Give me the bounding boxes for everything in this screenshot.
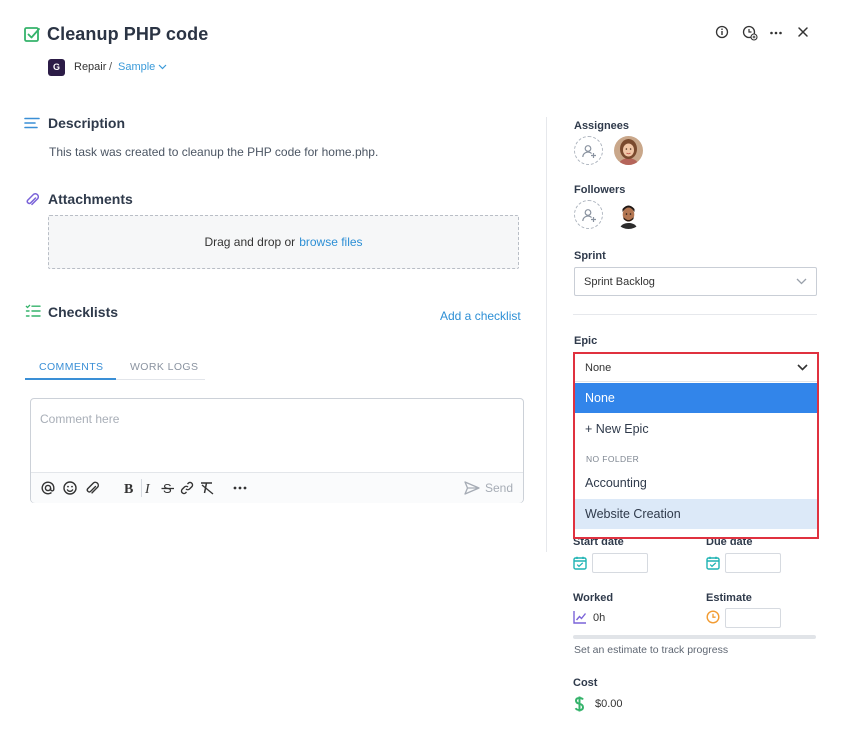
send-label: Send (485, 481, 514, 495)
info-icon[interactable] (715, 25, 731, 41)
comment-toolbar: B I S Send (31, 472, 523, 503)
sprint-label: Sprint (574, 250, 606, 262)
epic-group-label: NO FOLDER (586, 454, 640, 464)
epic-option-website-creation[interactable]: Website Creation (575, 499, 817, 529)
epic-dropdown[interactable]: None None + New Epic NO FOLDER Accountin… (573, 352, 819, 539)
add-follower-button[interactable] (574, 200, 603, 229)
comment-editor[interactable]: Comment here B I S Send (30, 398, 524, 503)
calendar-check-icon (706, 556, 720, 570)
task-title[interactable]: Cleanup PHP code (47, 24, 208, 45)
clock-icon (706, 610, 720, 624)
italic-icon[interactable]: I (141, 480, 157, 496)
comment-input[interactable]: Comment here (40, 412, 119, 426)
strikethrough-icon[interactable]: S (160, 480, 176, 496)
add-user-icon (581, 143, 597, 159)
task-complete-icon[interactable] (24, 26, 40, 42)
epic-option-accounting[interactable]: Accounting (575, 468, 817, 498)
more-horizontal-icon[interactable] (769, 25, 785, 41)
column-divider (546, 117, 547, 552)
tab-comments[interactable]: COMMENTS (39, 361, 103, 373)
epic-select[interactable]: None (575, 354, 817, 382)
estimate-input[interactable] (725, 608, 781, 628)
send-button[interactable]: Send (464, 481, 513, 495)
breadcrumb-project[interactable]: Repair (74, 61, 106, 73)
send-icon (464, 481, 480, 495)
close-icon[interactable] (796, 25, 812, 41)
worked-label: Worked (573, 592, 614, 604)
checklist-icon (25, 304, 41, 318)
link-icon[interactable] (179, 480, 195, 496)
attachments-heading: Attachments (48, 191, 133, 207)
worked-value: 0h (593, 612, 606, 624)
assignee-avatar[interactable] (614, 136, 643, 165)
followers-label: Followers (574, 184, 626, 196)
section-divider (573, 314, 817, 315)
svg-text:I: I (144, 482, 151, 496)
follower-avatar[interactable] (614, 200, 643, 229)
sprint-value: Sprint Backlog (584, 275, 655, 288)
dropzone-text: Drag and drop or (204, 235, 296, 249)
due-date-input[interactable] (725, 553, 781, 573)
checklists-heading: Checklists (48, 304, 119, 320)
cost-label: Cost (573, 677, 598, 689)
browse-files-link[interactable]: browse files (299, 235, 362, 249)
epic-option-new-epic[interactable]: + New Epic (575, 414, 817, 444)
add-assignee-button[interactable] (574, 136, 603, 165)
breadcrumb-folder-label: Sample (118, 61, 156, 73)
tab-work-logs[interactable]: WORK LOGS (130, 361, 198, 373)
chevron-down-icon (796, 278, 807, 285)
svg-text:B: B (124, 482, 133, 496)
bold-icon[interactable]: B (121, 480, 137, 496)
add-user-icon (581, 207, 597, 223)
activity-tabs: COMMENTS WORK LOGS (25, 358, 205, 380)
estimate-progress-bar (573, 635, 816, 639)
breadcrumb-folder-dropdown[interactable]: Sample (118, 61, 167, 73)
description-text[interactable]: This task was created to cleanup the PHP… (49, 145, 378, 159)
epic-value: None (585, 361, 612, 374)
cost-value: $0.00 (595, 698, 623, 710)
chevron-down-icon (158, 64, 167, 70)
more-options-icon[interactable] (232, 480, 248, 496)
dollar-icon (574, 696, 585, 712)
active-tab-indicator (25, 378, 116, 380)
attachment-dropzone[interactable]: Drag and drop or browse files (48, 215, 519, 269)
chevron-down-icon (797, 364, 808, 371)
estimate-label: Estimate (706, 592, 752, 604)
calendar-check-icon (573, 556, 587, 570)
mention-icon[interactable] (40, 480, 56, 496)
description-icon (24, 117, 40, 129)
emoji-icon[interactable] (62, 480, 78, 496)
breadcrumb-separator: / (109, 61, 113, 73)
assignees-label: Assignees (574, 120, 630, 132)
sprint-select[interactable]: Sprint Backlog (574, 267, 817, 296)
epic-label: Epic (574, 335, 598, 347)
start-date-input[interactable] (592, 553, 648, 573)
trend-chart-icon (573, 610, 587, 624)
clock-add-icon[interactable] (742, 25, 758, 41)
project-badge: G (48, 59, 65, 76)
paperclip-icon (25, 192, 39, 208)
add-checklist-link[interactable]: Add a checklist (440, 309, 521, 323)
description-heading: Description (48, 115, 126, 131)
attach-icon[interactable] (84, 480, 100, 496)
epic-option-none[interactable]: None (575, 383, 817, 413)
clear-format-icon[interactable] (199, 480, 215, 496)
estimate-hint: Set an estimate to track progress (574, 644, 729, 656)
